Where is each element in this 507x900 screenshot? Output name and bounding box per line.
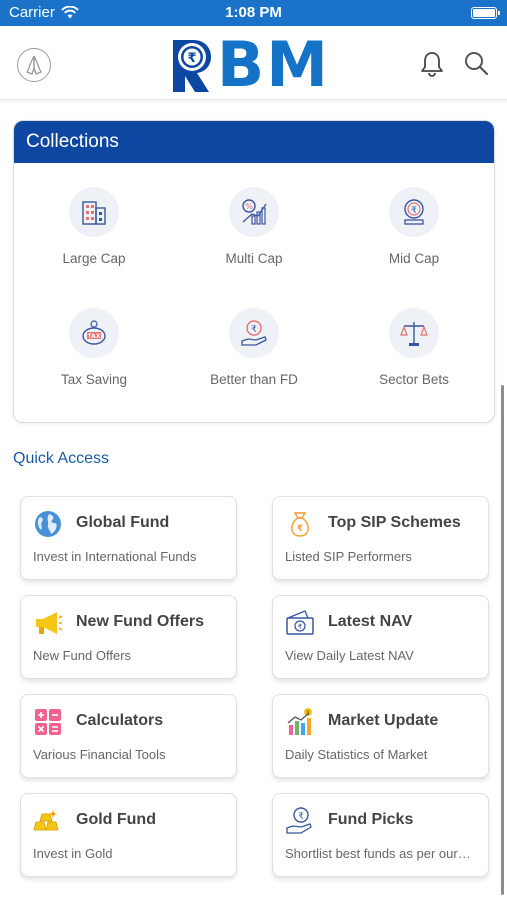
card-global-fund[interactable]: Global Fund Invest in International Fund… xyxy=(20,496,237,580)
collection-multi-cap[interactable]: % Multi Cap xyxy=(174,187,334,266)
card-gold-fund[interactable]: Gold Fund Invest in Gold xyxy=(20,793,237,877)
scrollbar[interactable] xyxy=(501,385,504,895)
rupee-hand-icon: ₹ xyxy=(241,320,267,346)
collection-large-cap[interactable]: Large Cap xyxy=(14,187,174,266)
collections-grid: Large Cap % Multi Cap ₹ Mid Cap TAX Tax … xyxy=(14,163,494,422)
card-subtitle: Listed SIP Performers xyxy=(285,549,412,564)
bar-chart-icon: ₹ xyxy=(287,708,312,735)
quick-access-title: Quick Access xyxy=(13,450,110,467)
collection-label: Large Cap xyxy=(62,251,126,266)
battery-icon xyxy=(471,7,500,19)
card-title: Gold Fund xyxy=(76,811,156,828)
banknote-icon: ₹ xyxy=(286,610,314,635)
collection-label: Tax Saving xyxy=(60,372,128,387)
card-calculators[interactable]: Calculators Various Financial Tools xyxy=(20,694,237,778)
card-market-update[interactable]: ₹ Market Update Daily Statistics of Mark… xyxy=(272,694,489,778)
collection-tax-saving[interactable]: TAX Tax Saving xyxy=(14,308,174,387)
megaphone-icon xyxy=(36,612,63,634)
svg-text:TAX: TAX xyxy=(88,333,101,340)
status-time: 1:08 PM xyxy=(225,4,282,21)
card-title: New Fund Offers xyxy=(76,613,205,630)
card-new-fund-offers[interactable]: New Fund Offers New Fund Offers xyxy=(20,595,237,679)
gold-bars-icon xyxy=(33,810,59,831)
card-subtitle: Invest in Gold xyxy=(33,846,113,861)
rupee-coin-stand-icon: ₹ xyxy=(404,199,424,225)
rupee-hand-icon: ₹ xyxy=(286,807,312,834)
rbm-logo: ₹ BM xyxy=(171,34,330,96)
app-header: ₹ BM xyxy=(0,26,507,100)
card-title: Global Fund xyxy=(76,514,170,531)
svg-text:₹: ₹ xyxy=(297,524,303,534)
collections-panel: Collections Large Cap % Multi Cap ₹ Mid … xyxy=(13,120,495,423)
svg-text:₹: ₹ xyxy=(187,51,196,66)
collection-sector-bets[interactable]: Sector Bets xyxy=(334,308,494,387)
percent-growth-icon: % xyxy=(242,199,267,225)
svg-text:%: % xyxy=(245,202,253,211)
logo-text: BM xyxy=(217,28,330,101)
svg-text:₹: ₹ xyxy=(251,325,257,335)
card-title: Top SIP Schemes xyxy=(328,514,461,531)
status-bar: Carrier 1:08 PM xyxy=(0,0,507,26)
card-subtitle: New Fund Offers xyxy=(33,648,132,663)
card-subtitle: View Daily Latest NAV xyxy=(285,648,414,663)
svg-text:₹: ₹ xyxy=(411,206,417,216)
card-title: Fund Picks xyxy=(328,811,414,828)
svg-text:₹: ₹ xyxy=(298,623,303,631)
collection-label: Mid Cap xyxy=(388,251,440,266)
collection-label: Multi Cap xyxy=(225,251,283,266)
piggy-bank-tax-icon: TAX xyxy=(82,320,106,345)
building-icon xyxy=(82,201,106,225)
namaste-icon xyxy=(26,55,42,75)
globe-icon xyxy=(35,511,61,537)
svg-text:₹: ₹ xyxy=(298,812,304,822)
collection-better-than-fd[interactable]: ₹ Better than FD xyxy=(174,308,334,387)
collection-mid-cap[interactable]: ₹ Mid Cap xyxy=(334,187,494,266)
collection-label: Better than FD xyxy=(210,372,298,387)
bell-icon xyxy=(421,52,443,77)
logo-r-icon: ₹ xyxy=(173,40,211,92)
search-button[interactable] xyxy=(463,50,489,83)
search-icon xyxy=(465,52,489,76)
card-latest-nav[interactable]: ₹ Latest NAV View Daily Latest NAV xyxy=(272,595,489,679)
namaste-button[interactable] xyxy=(17,48,51,82)
card-subtitle: Shortlist best funds as per our… xyxy=(285,846,471,861)
calculator-icon xyxy=(35,709,61,735)
card-fund-picks[interactable]: ₹ Fund Picks Shortlist best funds as per… xyxy=(272,793,489,877)
card-subtitle: Various Financial Tools xyxy=(33,747,166,762)
card-subtitle: Invest in International Funds xyxy=(33,549,197,564)
collections-title: Collections xyxy=(14,121,494,163)
money-bag-icon: ₹ xyxy=(291,512,309,537)
card-top-sip-schemes[interactable]: ₹ Top SIP Schemes Listed SIP Performers xyxy=(272,496,489,580)
card-subtitle: Daily Statistics of Market xyxy=(285,747,428,762)
scales-icon xyxy=(400,322,428,346)
card-title: Latest NAV xyxy=(328,613,413,630)
card-title: Market Update xyxy=(328,712,439,729)
notification-button[interactable] xyxy=(419,50,445,83)
card-title: Calculators xyxy=(76,712,164,729)
collection-label: Sector Bets xyxy=(379,372,449,387)
